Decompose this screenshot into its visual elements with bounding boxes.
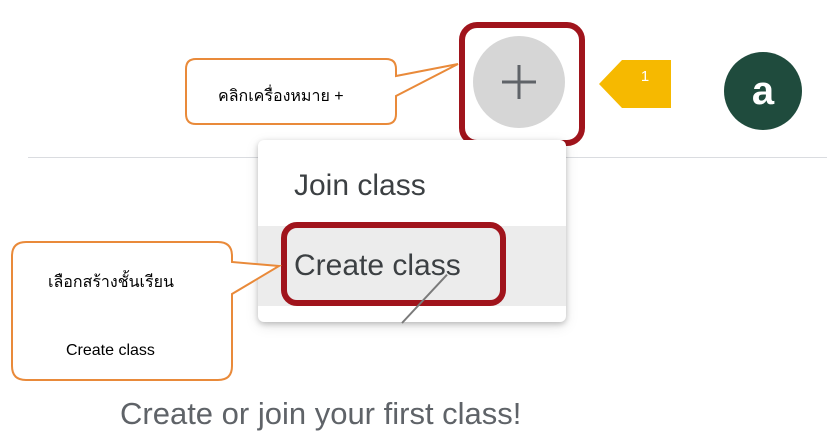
callout-create-subtitle: Create class <box>66 342 155 359</box>
step-marker-number: 1 <box>640 68 650 85</box>
callout-add-label: คลิกเครื่องหมาย + <box>218 88 344 105</box>
callout-shapes <box>11 58 671 381</box>
callout-create-title: เลือกสร้างชั้นเรียน <box>48 274 174 291</box>
step-marker-shape <box>599 60 671 108</box>
